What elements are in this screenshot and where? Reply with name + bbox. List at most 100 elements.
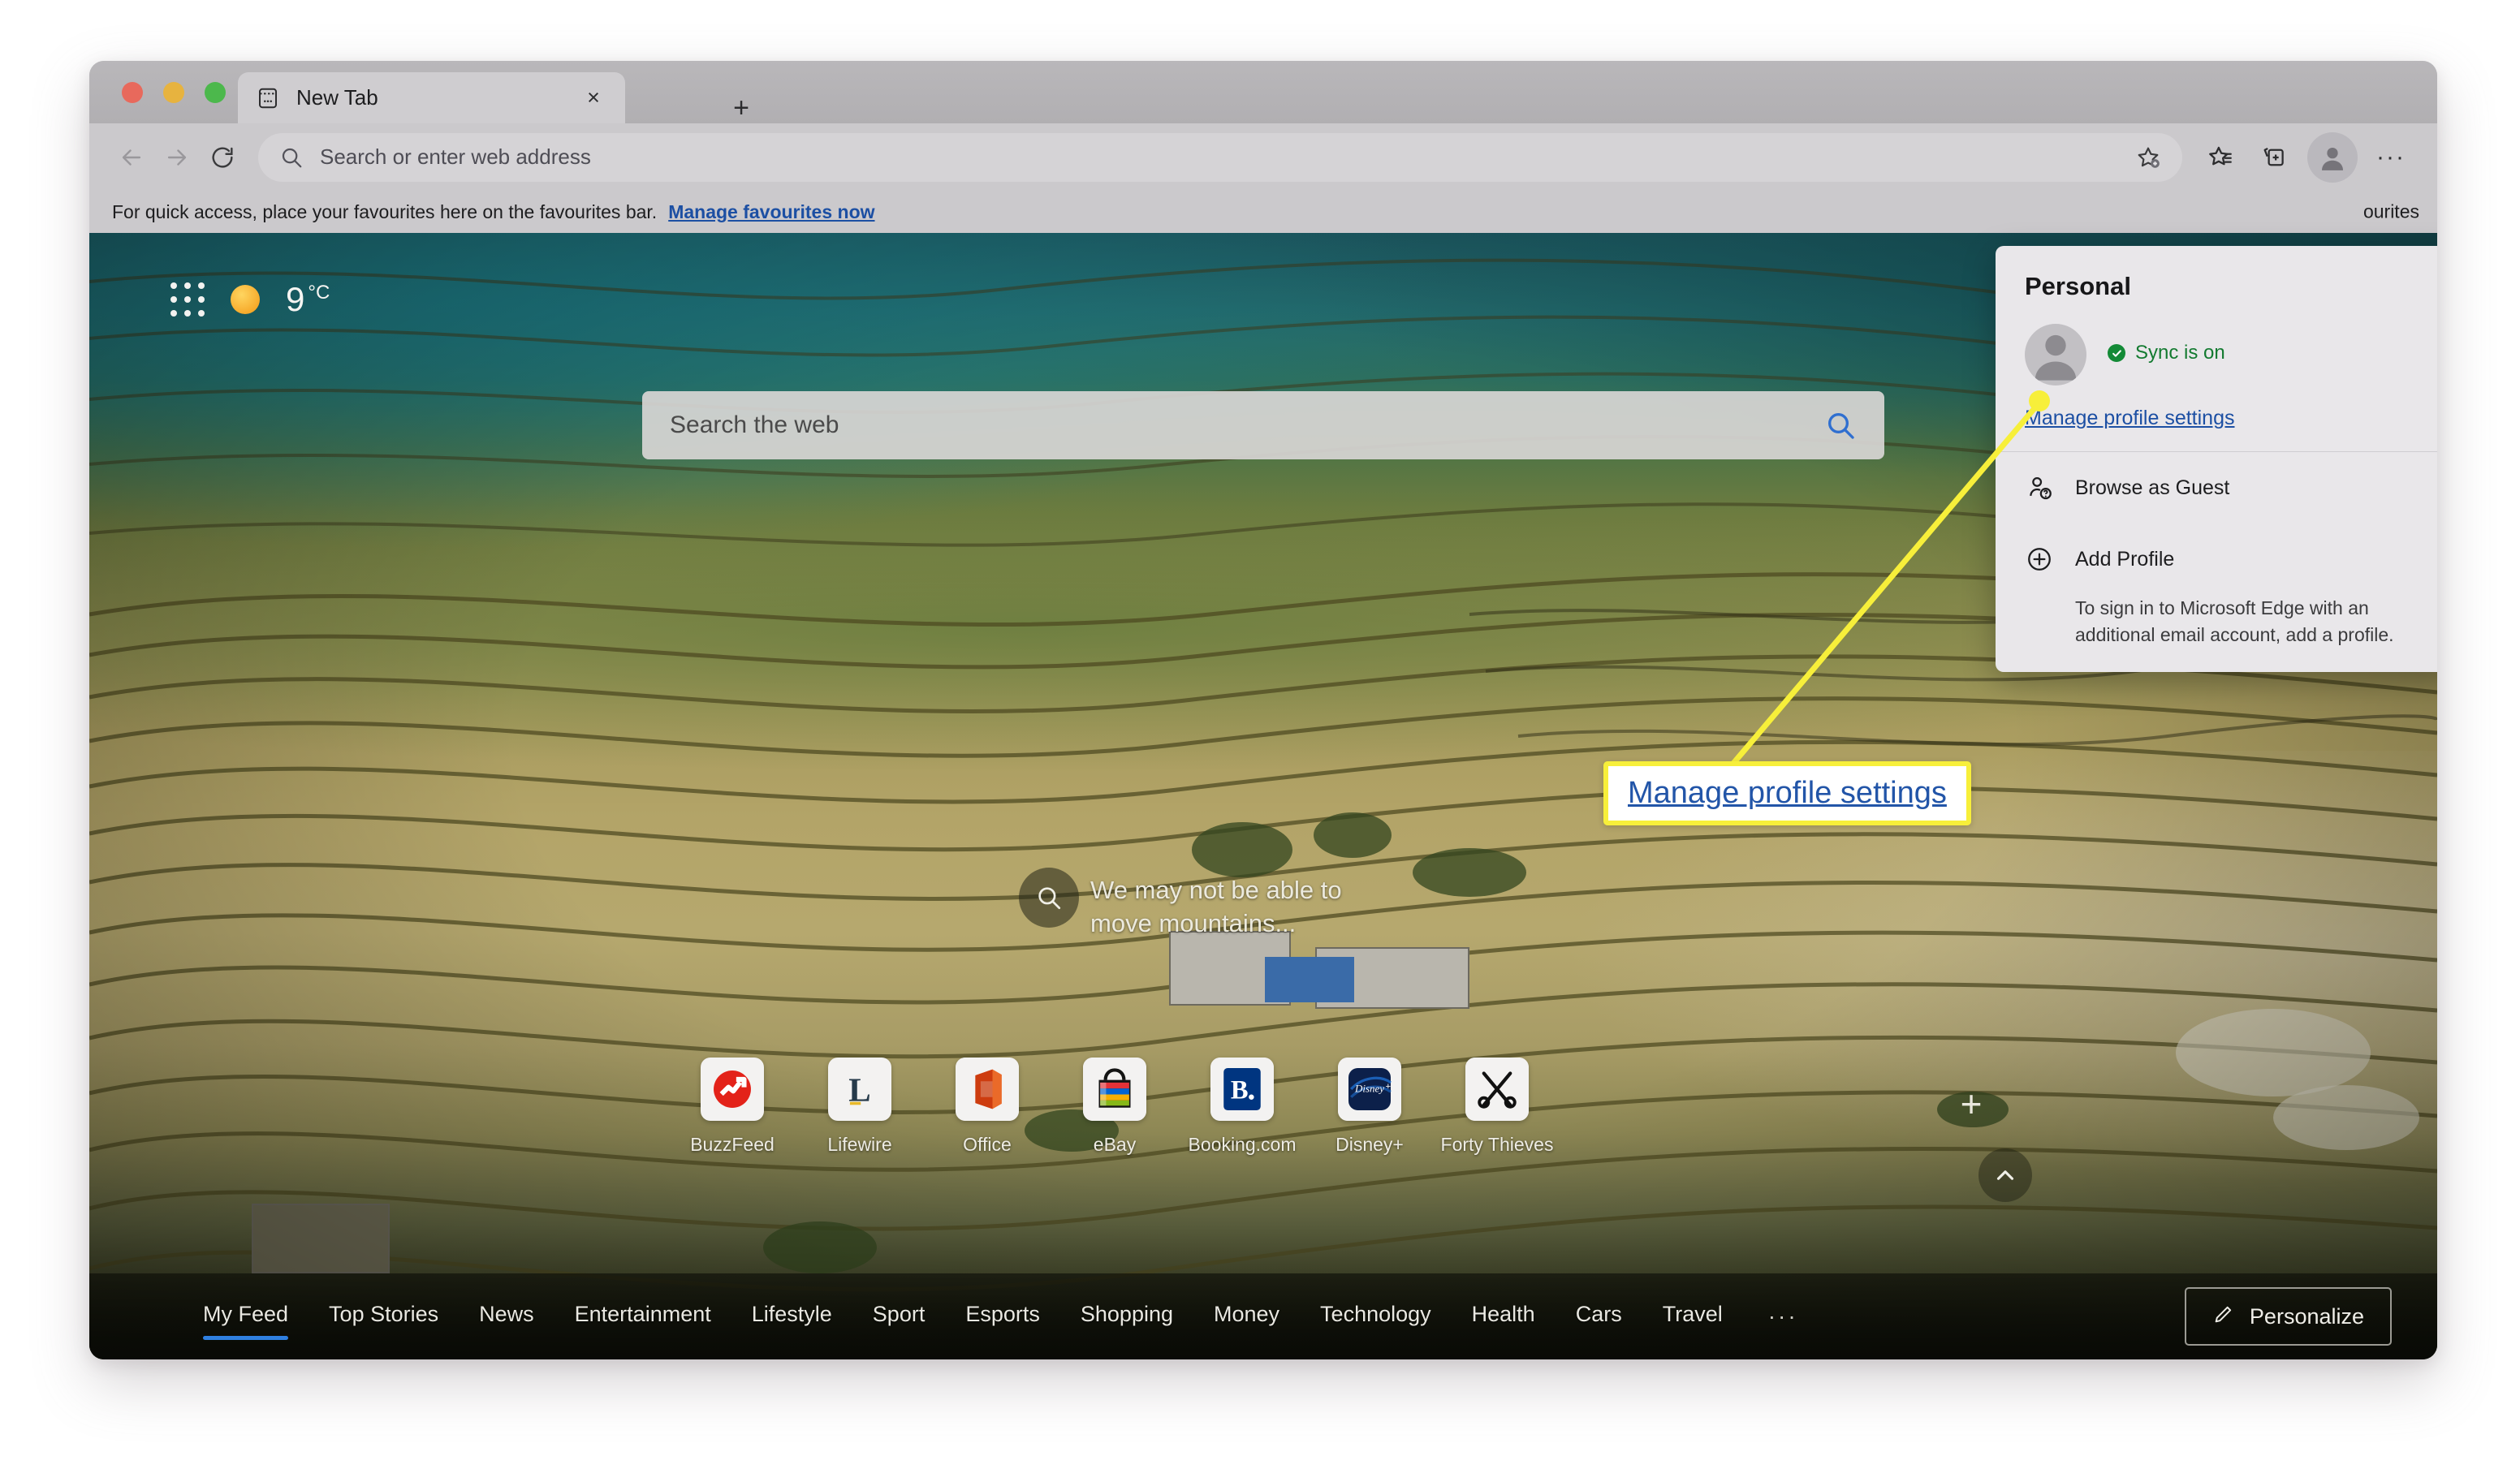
personalize-label: Personalize (2249, 1303, 2364, 1329)
favourites-bar-message: For quick access, place your favourites … (112, 200, 658, 222)
feed-nav-item-my-feed[interactable]: My Feed (203, 1302, 289, 1340)
browse-as-guest-item[interactable]: Browse as Guest (1996, 452, 2437, 523)
feed-nav-item-news[interactable]: News (479, 1302, 534, 1332)
browser-window: New Tab × + Search or enter web address … (89, 61, 2437, 1359)
traffic-lights (122, 82, 226, 103)
tile-forty-thieves[interactable]: Forty Thieves (1441, 1058, 1553, 1156)
guest-user-icon (2025, 473, 2054, 502)
search-box[interactable]: Search the web (642, 391, 1884, 459)
feed-nav-item-technology[interactable]: Technology (1320, 1302, 1431, 1332)
tile-booking[interactable]: B Booking.com (1189, 1058, 1296, 1156)
favourites-icon[interactable] (2194, 133, 2247, 182)
search-icon[interactable] (1019, 868, 1079, 928)
image-quote[interactable]: We may not be able to move mountains... (1019, 868, 1391, 941)
shortcut-tiles: BuzzFeed L Lifewire Office eBay B Bookin… (690, 1058, 1553, 1156)
quote-text: We may not be able to move mountains... (1090, 876, 1342, 937)
annotation-callout-text: Manage profile settings (1628, 776, 1947, 810)
feed-nav-items: My Feed Top Stories News Entertainment L… (203, 1302, 2142, 1340)
tile-office[interactable]: Office (949, 1058, 1025, 1156)
tile-disneyplus[interactable]: Disney + Disney+ (1331, 1058, 1408, 1156)
buzzfeed-icon (701, 1058, 764, 1121)
favourites-bar: For quick access, place your favourites … (89, 191, 2437, 233)
address-bar[interactable]: Search or enter web address (258, 132, 2182, 182)
tile-label: Lifewire (827, 1134, 892, 1155)
tile-label: BuzzFeed (690, 1134, 775, 1155)
feed-nav-item-travel[interactable]: Travel (1663, 1302, 1723, 1332)
pencil-icon (2212, 1303, 2235, 1331)
tile-label: Disney+ (1336, 1134, 1404, 1155)
chevron-up-icon[interactable] (1978, 1148, 2032, 1202)
collections-icon[interactable] (2247, 133, 2301, 182)
sun-icon (231, 285, 260, 314)
add-favourite-icon[interactable] (2135, 144, 2161, 170)
temperature-unit: °C (308, 282, 330, 304)
svg-text:Disney: Disney (1354, 1082, 1384, 1094)
feed-nav-item-esports[interactable]: Esports (965, 1302, 1040, 1332)
feed-nav-item-money[interactable]: Money (1214, 1302, 1279, 1332)
lifewire-icon: L (828, 1058, 891, 1121)
disneyplus-icon: Disney + (1338, 1058, 1401, 1121)
booking-icon: B (1210, 1058, 1274, 1121)
feed-nav-more-icon[interactable]: ··· (1768, 1303, 1798, 1329)
feed-navigation: My Feed Top Stories News Entertainment L… (89, 1273, 2437, 1359)
new-tab-button[interactable]: + (727, 93, 756, 123)
temperature-value: 9 (286, 280, 305, 318)
tab-close-icon[interactable]: × (580, 84, 607, 112)
tab-title: New Tab (296, 85, 378, 110)
office-icon (956, 1058, 1019, 1121)
svg-text:B: B (1231, 1075, 1249, 1105)
add-profile-label: Add Profile (2075, 547, 2175, 571)
search-icon (279, 145, 304, 170)
forward-button[interactable] (154, 135, 200, 180)
ebay-icon (1083, 1058, 1146, 1121)
add-circle-icon (2025, 545, 2054, 574)
settings-more-icon[interactable]: ··· (2364, 133, 2418, 182)
feed-nav-item-lifestyle[interactable]: Lifestyle (752, 1302, 832, 1332)
browser-toolbar: Search or enter web address ··· (89, 123, 2437, 191)
search-icon[interactable] (1824, 409, 1857, 442)
tile-lifewire[interactable]: L Lifewire (822, 1058, 898, 1156)
profile-account-row: Sync is on (1996, 301, 2437, 386)
tab-strip: New Tab × + (89, 61, 2437, 123)
tile-label: eBay (1093, 1134, 1137, 1155)
other-favourites-label[interactable]: ourites (2363, 201, 2419, 223)
feed-nav-item-health[interactable]: Health (1472, 1302, 1535, 1332)
annotation-callout: Manage profile settings (1603, 761, 1971, 825)
reload-button[interactable] (200, 135, 245, 180)
back-button[interactable] (109, 135, 154, 180)
tile-ebay[interactable]: eBay (1077, 1058, 1153, 1156)
check-circle-icon (2108, 344, 2125, 362)
window-zoom-button[interactable] (205, 82, 226, 103)
tile-label: Booking.com (1188, 1134, 1297, 1155)
window-close-button[interactable] (122, 82, 143, 103)
add-profile-description: To sign in to Microsoft Edge with an add… (2075, 597, 2394, 645)
address-bar-placeholder: Search or enter web address (320, 144, 591, 169)
feed-nav-item-sport[interactable]: Sport (873, 1302, 926, 1332)
manage-profile-settings-link[interactable]: Manage profile settings (1996, 386, 2437, 451)
feed-nav-item-entertainment[interactable]: Entertainment (575, 1302, 711, 1332)
search-box-placeholder: Search the web (670, 411, 839, 438)
ntp-top-left-widgets: 9 °C (170, 280, 330, 319)
manage-favourites-link[interactable]: Manage favourites now (668, 201, 874, 223)
svg-text:+: + (1386, 1082, 1392, 1092)
profile-flyout-title: Personal (2025, 272, 2131, 300)
feed-nav-item-shopping[interactable]: Shopping (1081, 1302, 1173, 1332)
window-minimize-button[interactable] (163, 82, 184, 103)
sync-status-label: Sync is on (2135, 342, 2225, 364)
personalize-button[interactable]: Personalize (2184, 1287, 2392, 1346)
add-shortcut-button[interactable]: + (1953, 1085, 1990, 1122)
browse-as-guest-label: Browse as Guest (2075, 476, 2230, 499)
sync-status: Sync is on (2108, 342, 2225, 364)
tile-label: Office (963, 1134, 1012, 1155)
tab-new-tab[interactable]: New Tab × (238, 72, 625, 123)
profile-avatar-icon[interactable] (2307, 131, 2358, 183)
feed-nav-item-cars[interactable]: Cars (1576, 1302, 1622, 1332)
profile-flyout: Personal Sync is on Manage profile setti… (1996, 246, 2437, 673)
weather-temperature[interactable]: 9 °C (286, 280, 330, 319)
tab-favicon-icon (256, 86, 280, 110)
add-profile-item[interactable]: Add Profile (1996, 523, 2437, 595)
tile-buzzfeed[interactable]: BuzzFeed (690, 1058, 775, 1156)
app-grid-icon[interactable] (170, 282, 205, 317)
feed-nav-item-top-stories[interactable]: Top Stories (329, 1302, 438, 1332)
forty-thieves-icon (1465, 1058, 1529, 1121)
